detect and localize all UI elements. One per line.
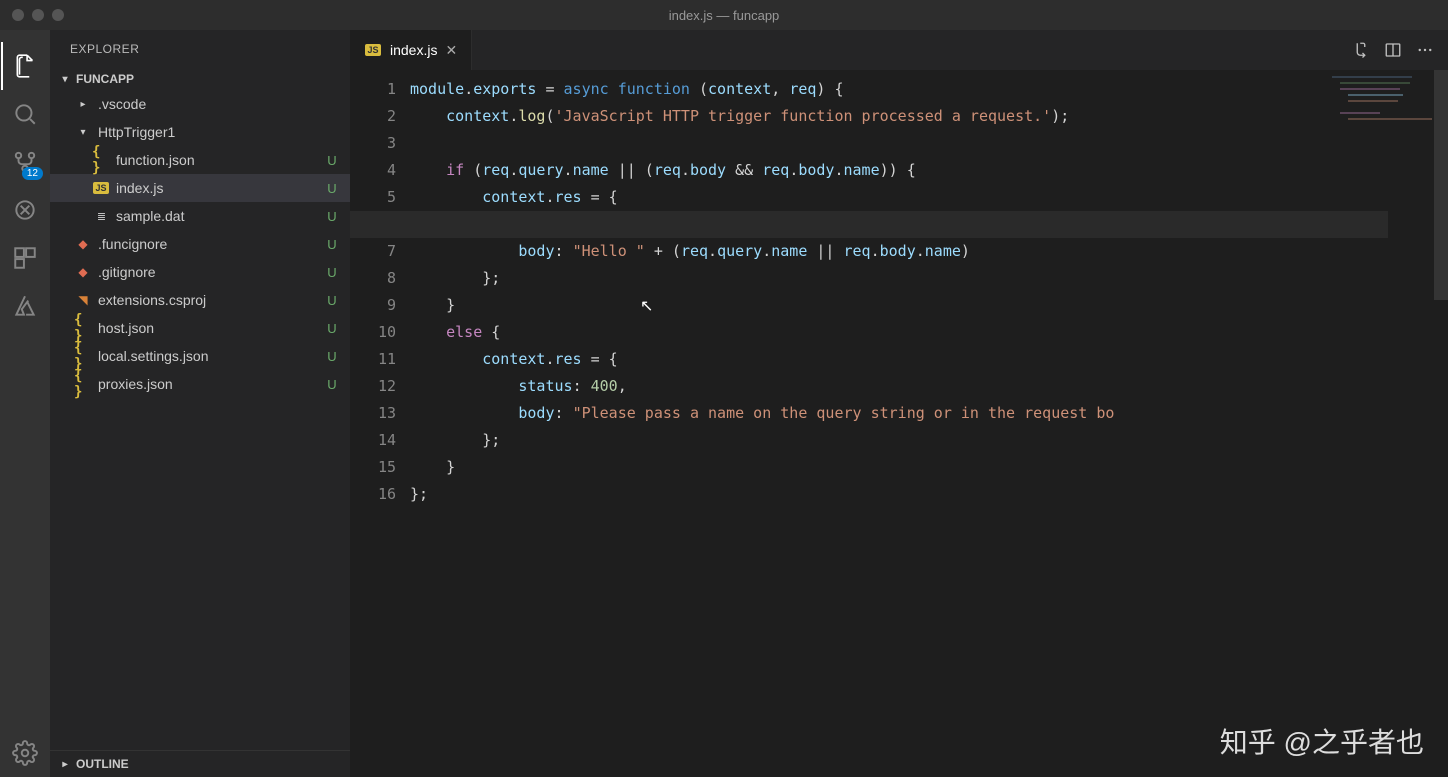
source-control-icon[interactable]: 12	[1, 138, 49, 186]
file-label: function.json	[116, 152, 316, 168]
file-item[interactable]: ◆ .funcignore U	[50, 230, 350, 258]
git-status: U	[322, 153, 342, 168]
line-number-gutter: 12345678910111213141516	[350, 70, 410, 777]
git-status: U	[322, 237, 342, 252]
window-title: index.js — funcapp	[669, 8, 780, 23]
git-file-icon: ◆	[78, 265, 87, 279]
vertical-scrollbar[interactable]	[1434, 70, 1448, 777]
outline-section[interactable]: ▸ OUTLINE	[50, 750, 350, 777]
git-status: U	[322, 321, 342, 336]
file-item[interactable]: { } proxies.json U	[50, 370, 350, 398]
file-label: index.js	[116, 180, 316, 196]
explorer-icon[interactable]	[1, 42, 49, 90]
code-content[interactable]: module.exports = async function (context…	[410, 70, 1448, 777]
file-label: proxies.json	[98, 376, 316, 392]
git-status: U	[322, 377, 342, 392]
editor-tabs: JS index.js ✕	[350, 30, 1448, 70]
tab-label: index.js	[390, 42, 437, 58]
text-file-icon: ≣	[97, 210, 105, 223]
file-label: .vscode	[98, 96, 316, 112]
file-item[interactable]: JS index.js U	[50, 174, 350, 202]
close-window-icon[interactable]	[12, 9, 24, 21]
file-label: .funcignore	[98, 236, 316, 252]
file-item[interactable]: ▾ HttpTrigger1	[50, 118, 350, 146]
window-titlebar: index.js — funcapp	[0, 0, 1448, 30]
chevron-right-icon: ▸	[58, 757, 72, 771]
debug-icon[interactable]	[1, 186, 49, 234]
json-file-icon: { }	[74, 368, 92, 400]
file-label: local.settings.json	[98, 348, 316, 364]
file-label: HttpTrigger1	[98, 124, 316, 140]
git-status: U	[322, 293, 342, 308]
editor-area: JS index.js ✕ 12345678910111213141516 mo	[350, 30, 1448, 777]
git-status: U	[322, 209, 342, 224]
editor-body[interactable]: 12345678910111213141516 module.exports =…	[350, 70, 1448, 777]
file-item[interactable]: ◥ extensions.csproj U	[50, 286, 350, 314]
file-label: sample.dat	[116, 208, 316, 224]
js-file-icon: JS	[93, 182, 108, 194]
git-status: U	[322, 265, 342, 280]
chevron-down-icon: ▾	[58, 72, 72, 86]
editor-actions	[1338, 41, 1448, 59]
git-file-icon: ◆	[78, 237, 87, 251]
traffic-lights	[0, 9, 64, 21]
file-item[interactable]: { }local.settings.jsonU	[50, 342, 350, 370]
json-file-icon: { }	[92, 144, 110, 176]
git-status: U	[322, 181, 342, 196]
file-item[interactable]: ◆ .gitignore U	[50, 258, 350, 286]
explorer-sidebar: EXPLORER ▾ FUNCAPP ▸ .vscode ▾ HttpTrigger1…	[50, 30, 350, 777]
extensions-icon[interactable]	[1, 234, 49, 282]
file-item[interactable]: { } function.json U	[50, 146, 350, 174]
chevron-down-icon: ▾	[76, 125, 90, 139]
maximize-window-icon[interactable]	[52, 9, 64, 21]
minimize-window-icon[interactable]	[32, 9, 44, 21]
file-label: extensions.csproj	[98, 292, 316, 308]
file-tree: ▸.vscode▾HttpTrigger1{ }function.jsonUJS…	[50, 90, 350, 750]
project-header[interactable]: ▾ FUNCAPP	[50, 68, 350, 90]
tab-index-js[interactable]: JS index.js ✕	[350, 30, 472, 70]
js-file-icon: JS	[364, 44, 382, 56]
minimap[interactable]	[1332, 74, 1432, 134]
scrollbar-thumb[interactable]	[1434, 70, 1448, 300]
compare-changes-icon[interactable]	[1352, 41, 1370, 59]
git-status: U	[322, 349, 342, 364]
sidebar-title: EXPLORER	[50, 30, 350, 68]
more-actions-icon[interactable]	[1416, 41, 1434, 59]
split-editor-icon[interactable]	[1384, 41, 1402, 59]
file-label: host.json	[98, 320, 316, 336]
azure-icon[interactable]	[1, 282, 49, 330]
file-label: .gitignore	[98, 264, 316, 280]
search-icon[interactable]	[1, 90, 49, 138]
chevron-right-icon: ▸	[76, 97, 90, 111]
scm-badge: 12	[22, 167, 43, 180]
project-name: FUNCAPP	[76, 72, 134, 86]
outline-label: OUTLINE	[76, 757, 129, 771]
file-item[interactable]: { }host.jsonU	[50, 314, 350, 342]
activitybar: 12	[0, 30, 50, 777]
settings-gear-icon[interactable]	[1, 729, 49, 777]
csproj-file-icon: ◥	[78, 293, 87, 307]
file-item[interactable]: ≣ sample.dat U	[50, 202, 350, 230]
file-item[interactable]: ▸ .vscode	[50, 90, 350, 118]
close-tab-icon[interactable]: ✕	[445, 42, 457, 59]
